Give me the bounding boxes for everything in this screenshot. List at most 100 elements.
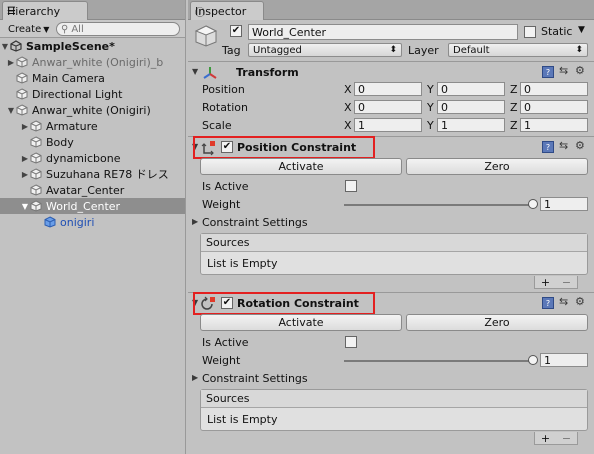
transform-x-field[interactable]: 0 [354, 82, 422, 96]
hierarchy-row[interactable]: ▶ Suzuhana RE78 ドレス [0, 166, 185, 182]
hierarchy-row-label: Suzuhana RE78 ドレス [46, 168, 169, 181]
tab-inspector[interactable]: ⓘ Inspector [190, 1, 264, 20]
hierarchy-row[interactable]: ▼ World_Center [0, 198, 185, 214]
is-active-label: Is Active [202, 180, 249, 193]
gameobject-cube-icon [30, 184, 42, 196]
scene-row[interactable]: ▼ SampleScene* [0, 38, 185, 54]
layer-value: Default [453, 44, 490, 56]
zero-button[interactable]: Zero [406, 314, 588, 331]
layer-label: Layer [408, 44, 439, 57]
expand-arrow-icon[interactable]: ▼ [6, 106, 16, 115]
transform-z-field[interactable]: 1 [520, 118, 588, 132]
constraint-settings-foldout[interactable]: Constraint Settings [202, 372, 308, 385]
transform-z-field[interactable]: 0 [520, 100, 588, 114]
hierarchy-row-label: Armature [46, 119, 98, 133]
collapse-arrow-icon[interactable]: ▶ [192, 217, 198, 226]
remove-source-button[interactable]: − [562, 432, 571, 445]
weight-slider-knob[interactable] [528, 199, 538, 209]
scene-name: SampleScene* [26, 39, 115, 53]
list-empty-text: List is Empty [207, 413, 278, 426]
hierarchy-row-label: Body [46, 135, 74, 149]
foldout-arrow-icon[interactable]: ▼ [192, 67, 198, 76]
transform-y-field[interactable]: 1 [437, 118, 505, 132]
add-source-button[interactable]: + [541, 432, 550, 445]
list-footer: + − [534, 276, 578, 289]
gear-icon[interactable]: ⚙ [575, 295, 585, 308]
gameobject-cube-icon [30, 152, 42, 164]
create-label: Create [8, 23, 42, 35]
add-source-button[interactable]: + [541, 276, 550, 289]
hierarchy-row-label: World_Center [46, 199, 121, 213]
transform-x-field[interactable]: 1 [354, 118, 422, 132]
constraint-settings-foldout[interactable]: Constraint Settings [202, 216, 308, 229]
activate-button[interactable]: Activate [200, 314, 402, 331]
highlight-box [193, 292, 375, 315]
sources-list: Sources List is Empty [200, 233, 588, 275]
tab-hierarchy[interactable]: ☰ Hierarchy [2, 1, 88, 20]
hierarchy-row[interactable]: ▶ Armature [0, 118, 185, 134]
axis-label: Y [427, 119, 434, 132]
settings-sliders-icon[interactable]: ⇆ [559, 295, 568, 308]
activate-button[interactable]: Activate [200, 158, 402, 175]
static-dropdown-icon[interactable]: ▼ [578, 25, 585, 35]
collapse-arrow-icon[interactable]: ▶ [20, 154, 30, 163]
hierarchy-row[interactable]: Body [0, 134, 185, 150]
expand-arrow-icon[interactable]: ▼ [0, 42, 10, 51]
weight-slider-track[interactable] [344, 204, 533, 206]
hierarchy-row-label: Anwar_white (Onigiri)_b [32, 55, 164, 69]
settings-sliders-icon[interactable]: ⇆ [559, 64, 568, 77]
weight-slider-knob[interactable] [528, 355, 538, 365]
expand-arrow-icon[interactable]: ▼ [20, 202, 30, 211]
create-button[interactable]: Create ▼ [4, 22, 53, 36]
hierarchy-row[interactable]: Main Camera [0, 70, 185, 86]
highlight-box [193, 136, 375, 159]
transform-y-field[interactable]: 0 [437, 82, 505, 96]
hierarchy-toolbar: Create ▼ ⚲ All [0, 20, 185, 38]
transform-z-field[interactable]: 0 [520, 82, 588, 96]
axis-label: Z [510, 83, 518, 96]
sources-list: Sources List is Empty [200, 389, 588, 431]
collapse-arrow-icon[interactable]: ▶ [20, 122, 30, 131]
collapse-arrow-icon[interactable]: ▶ [20, 170, 30, 179]
active-checkbox[interactable]: ✔ [230, 25, 242, 37]
tag-label: Tag [222, 44, 241, 57]
tab-label: Hierarchy [7, 4, 61, 18]
hierarchy-row[interactable]: ▶ Anwar_white (Onigiri)_b [0, 54, 185, 70]
weight-slider-track[interactable] [344, 360, 533, 362]
weight-input[interactable]: 1 [540, 353, 588, 367]
weight-label: Weight [202, 198, 241, 211]
search-icon: ⚲ [61, 23, 69, 35]
static-checkbox[interactable] [524, 26, 536, 38]
help-book-icon[interactable]: ? [542, 141, 554, 153]
transform-y-field[interactable]: 0 [437, 100, 505, 114]
transform-row-label: Scale [202, 119, 232, 132]
settings-sliders-icon[interactable]: ⇆ [559, 139, 568, 152]
list-empty-text: List is Empty [207, 257, 278, 270]
tag-dropdown[interactable]: Untagged ⬍ [248, 43, 402, 57]
object-name-input[interactable]: World_Center [248, 24, 518, 40]
collapse-arrow-icon[interactable]: ▶ [192, 373, 198, 382]
transform-x-field[interactable]: 0 [354, 100, 422, 114]
gear-icon[interactable]: ⚙ [575, 64, 585, 77]
remove-source-button[interactable]: − [562, 276, 571, 289]
is-active-label: Is Active [202, 336, 249, 349]
is-active-checkbox[interactable] [345, 180, 357, 192]
hierarchy-row[interactable]: onigiri [0, 214, 185, 230]
layer-dropdown[interactable]: Default ⬍ [448, 43, 588, 57]
collapse-arrow-icon[interactable]: ▶ [6, 58, 16, 67]
hierarchy-row[interactable]: Avatar_Center [0, 182, 185, 198]
help-book-icon[interactable]: ? [542, 66, 554, 78]
zero-button[interactable]: Zero [406, 158, 588, 175]
hierarchy-row[interactable]: ▼ Anwar_white (Onigiri) [0, 102, 185, 118]
gear-icon[interactable]: ⚙ [575, 139, 585, 152]
hierarchy-row[interactable]: Directional Light [0, 86, 185, 102]
hierarchy-row[interactable]: ▶ dynamicbone [0, 150, 185, 166]
weight-input[interactable]: 1 [540, 197, 588, 211]
gameobject-cube-icon [16, 88, 28, 100]
is-active-checkbox[interactable] [345, 336, 357, 348]
help-book-icon[interactable]: ? [542, 297, 554, 309]
tab-label: Inspector [195, 4, 247, 18]
transform-title: Transform [236, 66, 299, 79]
search-input[interactable]: ⚲ All [56, 22, 180, 36]
object-name: World_Center [252, 25, 327, 39]
